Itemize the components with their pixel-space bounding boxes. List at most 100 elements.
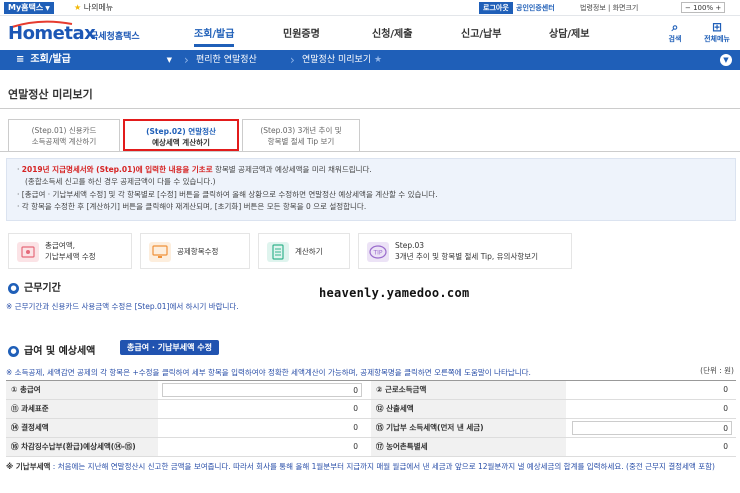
determined-tax-value: 0 — [353, 423, 358, 432]
calculated-tax-value: 0 — [723, 404, 728, 413]
expand-icon[interactable]: ▼ — [720, 54, 732, 66]
step-buttons: 총급여액, 기납부세액 수정 공제항목수정 계산하기 TIP Step.03 3개년… — [6, 233, 736, 273]
prepaid-tax-footnote: ※ 기납부세액 : 처음에는 지난해 연말정산시 신고한 금액을 보여줍니다. … — [6, 461, 734, 472]
logout-button[interactable]: 로그아웃 — [479, 2, 513, 14]
calculated-tax-label: ⑫ 산출세액 — [371, 400, 566, 418]
watermark-text: heavenly.yamedoo.com — [319, 286, 470, 300]
tab-step02[interactable]: (Step.02) 연말정산 예상세액 계산하기 — [123, 119, 239, 151]
salary-heading: ● 급여 및 예상세액 — [8, 342, 95, 357]
search-icon: ⌕ — [671, 20, 679, 34]
total-salary-value: 0 — [162, 383, 362, 397]
step-edit-deductions-label: 공제항목수정 — [177, 247, 219, 256]
money-icon — [17, 242, 39, 262]
step-calculate-label: 계산하기 — [295, 247, 323, 256]
sub-navigation-bar: ≡ 조회/발급 ▼ › 편리한 연말정산 › 연말정산 미리보기 ★ ▼ — [0, 50, 740, 70]
table-row: ⑭ 결정세액 0 ⑮ 기납부 소득세액(먼저 낸 세금) 0 — [6, 419, 736, 438]
main-header: Hometax 국세청홈택스 조회/발급 민원증명 신청/제출 신고/납부 상담… — [0, 16, 740, 50]
salary-note: ※ 소득공제, 세액감면 공제의 각 항목은 +수정을 클릭하여 세부 항목을 … — [6, 368, 531, 377]
notice-line-3: · [총급여 · 기납부세액 수정] 및 각 항목별로 [수정] 버튼을 클릭하… — [17, 189, 438, 199]
rural-special-tax-label: ⑰ 농어촌특별세 — [371, 438, 566, 456]
tab-step03[interactable]: (Step.03) 3개년 추이 및 항목별 절세 Tip 보기 — [242, 119, 360, 151]
prepaid-tax-label: ⑮ 기납부 소득세액(먼저 낸 세금) — [371, 419, 566, 437]
step-three-year-line2: 3개년 추이 및 항목별 절세 Tip, 유의사항보기 — [395, 252, 539, 261]
nav-report-pay[interactable]: 신고/납부 — [461, 25, 501, 47]
nav-consult-report[interactable]: 상담/제보 — [549, 25, 589, 47]
tab-step01-line1: (Step.01) 신용카드 — [31, 126, 97, 135]
section-bullet-icon: ● — [8, 346, 19, 357]
prepaid-tax-input[interactable]: 0 — [572, 421, 732, 435]
tab-step02-line1: (Step.02) 연말정산 — [146, 127, 216, 136]
title-divider — [0, 108, 740, 109]
footnote-bold: ※ 기납부세액 — [6, 462, 51, 471]
earned-income-value: 0 — [723, 385, 728, 394]
unit-label: (단위 : 원) — [700, 366, 734, 375]
salary-title: 급여 및 예상세액 — [24, 346, 96, 357]
all-menu-button[interactable]: ⊞ 전체메뉴 — [702, 20, 732, 44]
law-info-link[interactable]: 법령정보 | 화면크기 — [580, 2, 638, 14]
nav-apply-submit[interactable]: 신청/제출 — [372, 25, 412, 47]
notice-line-1: · 2019년 지급명세서와 (Step.01)에 입력한 내용을 기초로 항목… — [17, 165, 372, 174]
notice-line-3-text: [총급여 · 기납부세액 수정] 및 각 항목별로 [수정] 버튼을 클릭하여 … — [21, 189, 438, 199]
top-utility-bar: My홈택스 ▼ ★ 나의메뉴 로그아웃 공인인증센터 법령정보 | 화면크기 − … — [0, 0, 740, 16]
tab-step03-line2: 항목별 절세 Tip 보기 — [267, 137, 335, 146]
footnote-text: : 처음에는 지난해 연말정산시 신고한 금액을 보여줍니다. 따라서 회사를 … — [50, 462, 715, 471]
my-hometax-label: My홈택스 — [8, 3, 44, 12]
step-edit-deductions[interactable]: 공제항목수정 — [140, 233, 250, 269]
section-bullet-icon: ● — [8, 283, 19, 294]
step-edit-salary-line1: 총급여액, — [45, 241, 75, 250]
step-edit-salary-line2: 기납부세액 수정 — [45, 252, 96, 261]
svg-text:TIP: TIP — [372, 250, 382, 257]
tab-step01[interactable]: (Step.01) 신용카드 소득공제액 계산하기 — [8, 119, 120, 151]
my-menu-label: 나의메뉴 — [83, 3, 114, 12]
my-menu-link[interactable]: ★ 나의메뉴 — [74, 2, 113, 14]
hometax-logo[interactable]: Hometax 국세청홈택스 — [8, 20, 178, 44]
table-row: ⑪ 과세표준 0 ⑫ 산출세액 0 — [6, 400, 736, 419]
my-hometax-button[interactable]: My홈택스 ▼ — [4, 2, 54, 14]
cert-center-link[interactable]: 공인인증센터 — [516, 2, 555, 14]
tab-step02-line2: 예상세액 계산하기 — [152, 138, 210, 147]
tab-step03-line1: (Step.03) 3개년 추이 및 — [260, 126, 342, 135]
logo-subtitle: 국세청홈택스 — [90, 32, 140, 42]
table-row: ⑯ 차감징수납부(환급)예상세액(⑭-⑮) 0 ⑰ 농어촌특별세 0 — [6, 438, 736, 457]
edit-salary-tax-button[interactable]: 총급여 · 기납부세액 수정 — [120, 340, 219, 355]
step-three-year-tips-label: Step.03 3개년 추이 및 항목별 절세 Tip, 유의사항보기 — [395, 240, 538, 262]
tax-base-value: 0 — [353, 404, 358, 413]
logo-text: Hometax — [8, 23, 96, 44]
step-three-year-tips[interactable]: TIP Step.03 3개년 추이 및 항목별 절세 Tip, 유의사항보기 — [358, 233, 572, 269]
zoom-level: 100% — [693, 4, 714, 12]
notice-highlight: 2019년 지급명세서와 (Step.01)에 입력한 내용을 기초로 — [21, 165, 213, 174]
expected-refund-label: ⑯ 차감징수납부(환급)예상세액(⑭-⑮) — [6, 438, 158, 456]
nav-lookup-issue[interactable]: 조회/발급 — [194, 25, 235, 47]
tabs-divider — [0, 151, 740, 152]
step-three-year-line1: Step.03 — [395, 241, 425, 250]
determined-tax-label: ⑭ 결정세액 — [6, 419, 158, 437]
salary-tax-table: ① 총급여 0 ② 근로소득금액 0 ⑪ 과세표준 0 ⑫ 산출세액 0 ⑭ 결… — [6, 380, 736, 457]
hamburger-icon: ≡ — [16, 54, 25, 65]
table-row: ① 총급여 0 ② 근로소득금액 0 — [6, 381, 736, 400]
notice-line-1-rest: 항목별 공제금액과 예상세액을 미리 채워드립니다. — [212, 165, 372, 174]
step-edit-salary[interactable]: 총급여액, 기납부세액 수정 — [8, 233, 132, 269]
star-icon: ★ — [373, 55, 383, 65]
step-calculate[interactable]: 계산하기 — [258, 233, 350, 269]
zoom-control[interactable]: − 100% + — [681, 2, 726, 13]
category-menu-button[interactable]: ≡ 조회/발급 ▼ — [0, 50, 182, 70]
notice-line-4-text: 각 항목을 수정한 후 [계산하기] 버튼을 클릭해야 재계산되며, [초기화]… — [21, 202, 367, 212]
category-menu-label: 조회/발급 — [30, 54, 71, 65]
chevron-down-icon: ▼ — [45, 5, 50, 12]
grid-icon: ⊞ — [711, 20, 723, 34]
breadcrumb-easy-yearend[interactable]: 편리한 연말정산 — [196, 50, 257, 70]
breadcrumb-separator-icon: › — [290, 53, 295, 67]
search-button[interactable]: ⌕ 검색 — [660, 20, 690, 44]
breadcrumb-separator-icon: › — [184, 53, 189, 67]
rural-special-tax-value: 0 — [723, 442, 728, 451]
tax-base-label: ⑪ 과세표준 — [6, 400, 158, 418]
earned-income-label: ② 근로소득금액 — [371, 381, 566, 399]
work-period-note: ※ 근무기간과 신용카드 사용금액 수정은 [Step.01]에서 하시기 바랍… — [6, 302, 239, 311]
nav-certificates[interactable]: 민원증명 — [283, 25, 320, 47]
monitor-icon — [149, 242, 171, 262]
star-icon: ★ — [74, 3, 82, 12]
breadcrumb-preview-label: 연말정산 미리보기 — [302, 55, 372, 65]
total-salary-label: ① 총급여 — [6, 381, 158, 399]
breadcrumb-yearend-preview[interactable]: 연말정산 미리보기 ★ — [302, 50, 382, 70]
step-edit-salary-label: 총급여액, 기납부세액 수정 — [45, 240, 96, 262]
